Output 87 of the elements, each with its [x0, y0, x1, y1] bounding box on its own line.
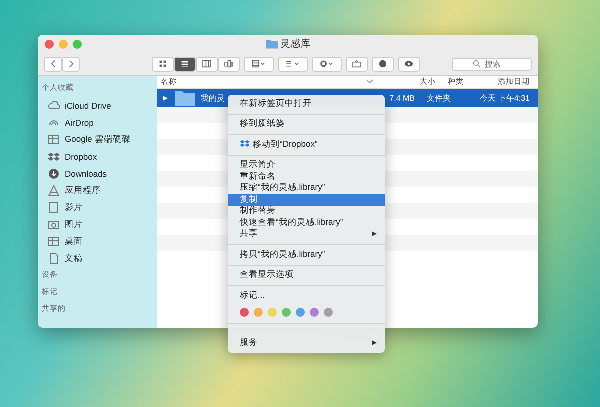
- list-view-button[interactable]: [174, 56, 196, 72]
- sidebar-label: Google 雲端硬碟: [65, 134, 131, 146]
- close-button[interactable]: [45, 40, 54, 48]
- dropbox-icon: [48, 150, 60, 162]
- sidebar-item[interactable]: AirDrop: [42, 114, 157, 131]
- share-icon: [352, 60, 362, 68]
- sidebar-label: AirDrop: [65, 118, 94, 128]
- sidebar-item[interactable]: iCloud Drive: [42, 97, 157, 114]
- menu-item[interactable]: 拷贝“我的灵感.library”: [228, 249, 385, 260]
- menu-item[interactable]: 制作替身: [228, 206, 385, 217]
- grid-icon: [48, 134, 60, 146]
- grid-icon: [159, 60, 167, 68]
- sidebar-label: 影片: [65, 202, 83, 214]
- document-icon: [48, 252, 60, 264]
- sidebar-label: 应用程序: [65, 184, 101, 196]
- menu-item[interactable]: 移动到“Dropbox”: [228, 139, 385, 150]
- sidebar-label: 桌面: [65, 236, 83, 248]
- menu-item[interactable]: 查看显示选项: [228, 270, 385, 281]
- sidebar-item[interactable]: Google 雲端硬碟: [42, 131, 157, 148]
- column-view-button[interactable]: [196, 56, 218, 72]
- menu-item[interactable]: 服务: [228, 336, 385, 350]
- cover-flow-button[interactable]: [218, 56, 240, 72]
- menu-item[interactable]: 显示简介: [228, 160, 385, 171]
- cover-flow-icon: [224, 60, 234, 68]
- tag-color-dot[interactable]: [324, 308, 333, 316]
- sidebar-label: 图片: [65, 218, 83, 230]
- tag-color-dot[interactable]: [296, 308, 305, 316]
- folder-icon: [266, 39, 278, 49]
- menu-item[interactable]: 快速查看“我的灵感.library”: [228, 217, 385, 228]
- menu-item[interactable]: 标记...: [228, 290, 385, 302]
- back-button[interactable]: [44, 56, 62, 72]
- sidebar-item[interactable]: 图片: [42, 216, 157, 233]
- sidebar-item[interactable]: Dropbox: [42, 148, 157, 165]
- eye-icon: [404, 60, 414, 68]
- sidebar-item[interactable]: Downloads: [42, 165, 157, 182]
- sidebar-label: iCloud Drive: [65, 100, 112, 110]
- sidebar-item[interactable]: 桌面: [42, 233, 157, 250]
- icon-view-button[interactable]: [152, 56, 174, 72]
- menu-item[interactable]: 重新命名: [228, 171, 385, 182]
- sort-button[interactable]: [278, 56, 308, 72]
- grid-icon: [48, 236, 60, 248]
- tag-color-dot[interactable]: [282, 308, 291, 316]
- chevron-left-icon: [50, 60, 56, 68]
- search-field[interactable]: 搜索: [452, 58, 532, 70]
- menu-item[interactable]: 复制: [228, 194, 385, 206]
- tag-color-dot[interactable]: [268, 308, 277, 316]
- apps-icon: [48, 184, 60, 196]
- columns-icon: [202, 60, 212, 68]
- menu-item[interactable]: 在新标签页中打开: [228, 98, 385, 110]
- quick-look-button[interactable]: [398, 56, 420, 72]
- zoom-button[interactable]: [73, 40, 82, 48]
- sidebar-item[interactable]: 应用程序: [42, 182, 157, 199]
- download-icon: [48, 168, 60, 180]
- sidebar-label: 文稿: [65, 252, 83, 264]
- settings-button[interactable]: [312, 56, 342, 72]
- sidebar-label: Downloads: [65, 168, 108, 178]
- table-cell-text: 文件夹: [427, 92, 452, 104]
- menu-item[interactable]: 移到废纸篓: [228, 118, 385, 130]
- window-title: 灵感库: [280, 38, 310, 51]
- arrange-button[interactable]: [244, 56, 274, 72]
- sidebar-item[interactable]: 文稿: [42, 250, 157, 267]
- sort-indicator-icon: [366, 79, 374, 85]
- table-cell-text: 我的灵: [200, 92, 225, 104]
- table-cell-text: 今天 下午4:31: [479, 92, 531, 104]
- search-icon: [473, 60, 481, 68]
- table-cell-text: 7.4 MB: [388, 94, 416, 102]
- forward-button[interactable]: [62, 56, 80, 72]
- circle-icon: [379, 60, 387, 68]
- film-icon: [48, 202, 60, 214]
- arrange-icon: [251, 60, 267, 68]
- sidebar-item[interactable]: 影片: [42, 199, 157, 216]
- menu-item[interactable]: 共享: [228, 228, 385, 240]
- dropbox-icon: [240, 140, 250, 150]
- tag-color-dot[interactable]: [240, 308, 249, 316]
- disclosure-triangle-icon[interactable]: [163, 96, 168, 100]
- tag-color-dot[interactable]: [310, 308, 319, 316]
- gear-icon: [319, 60, 335, 68]
- sort-icon: [285, 60, 301, 68]
- cloud-icon: [48, 100, 60, 112]
- dropbox-button[interactable]: [372, 56, 394, 72]
- camera-icon: [48, 218, 60, 230]
- share-button[interactable]: [346, 56, 368, 72]
- sidebar-label: Dropbox: [65, 152, 98, 162]
- tag-color-dot[interactable]: [254, 308, 263, 316]
- chevron-right-icon: [68, 60, 74, 68]
- list-icon: [181, 60, 189, 68]
- menu-item[interactable]: 压缩“我的灵感.library”: [228, 182, 385, 194]
